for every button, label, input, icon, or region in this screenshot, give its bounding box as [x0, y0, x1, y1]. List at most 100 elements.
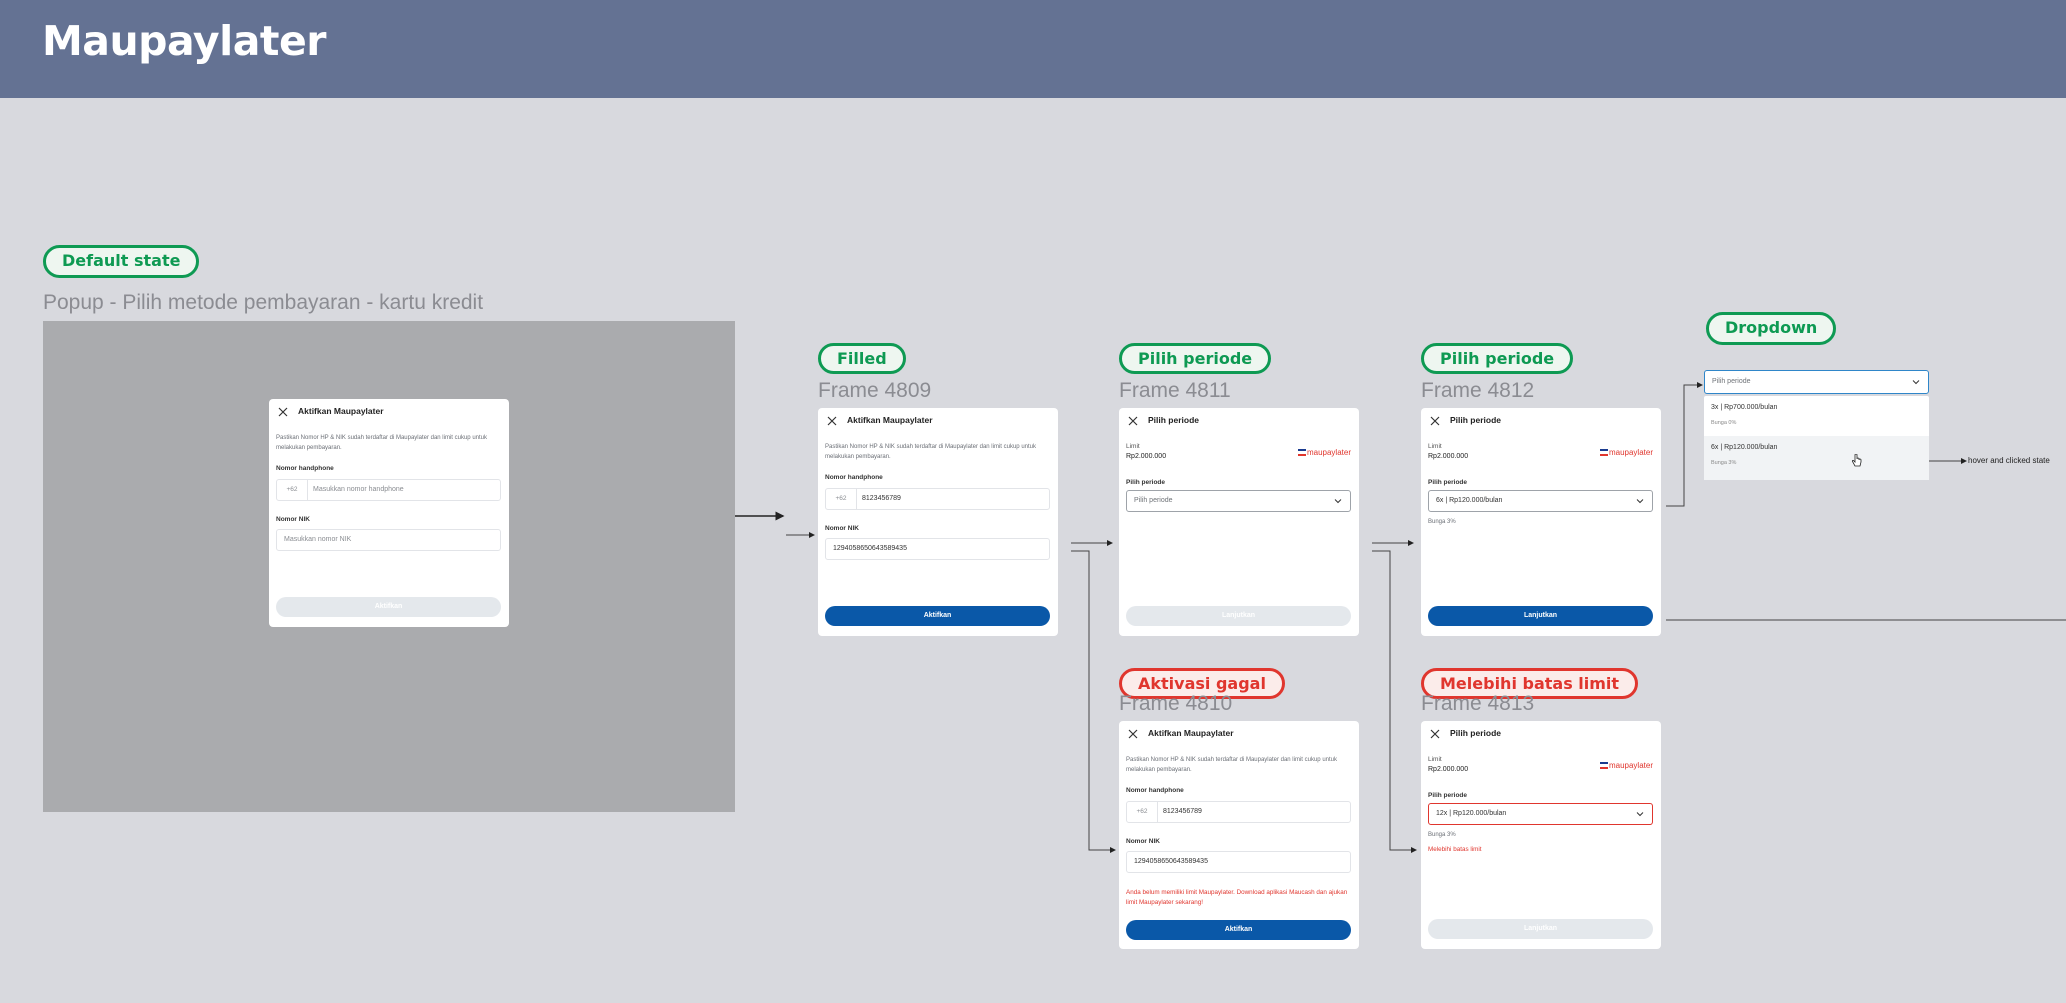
frame-title-4813: Frame 4813	[1421, 692, 1535, 715]
period-select[interactable]: Pilih periode	[1126, 490, 1351, 512]
nik-input[interactable]: 1294058650643589435	[1126, 851, 1351, 873]
activation-error: Anda belum memiliki limit Maupaylater. D…	[1126, 889, 1348, 906]
dropdown-list: 3x | Rp700.000/bulan Bunga 0% 6x | Rp120…	[1704, 396, 1929, 480]
nik-label: Nomor NIK	[1126, 838, 1160, 845]
frame-title-4811: Frame 4811	[1119, 379, 1231, 402]
close-icon[interactable]	[278, 407, 288, 417]
label-default-state: Default state	[43, 245, 200, 278]
phone-input[interactable]: +62 8123456789	[825, 488, 1050, 510]
dropdown-placeholder: Pilih periode	[1712, 378, 1751, 385]
phone-prefix: +62	[826, 489, 857, 509]
limit-value: Rp2.000.000	[1126, 453, 1167, 460]
phone-input[interactable]: +62 8123456789	[1126, 801, 1351, 823]
hand-cursor-icon	[1851, 454, 1862, 467]
close-icon[interactable]	[1128, 729, 1138, 739]
close-icon[interactable]	[1128, 416, 1138, 426]
continue-button[interactable]: Lanjutkan	[1428, 606, 1653, 626]
limit-label: Limit	[1428, 756, 1442, 763]
chevron-down-icon	[1636, 499, 1644, 504]
close-icon[interactable]	[1430, 729, 1440, 739]
label-pilih-periode-4812: Pilih periode	[1421, 343, 1574, 374]
dropdown-option[interactable]: 3x | Rp700.000/bulan Bunga 0%	[1704, 396, 1929, 436]
maupaylater-logo-icon	[1599, 449, 1608, 457]
card-title: Aktifkan Maupaylater	[298, 406, 384, 416]
phone-label: Nomor handphone	[825, 474, 883, 481]
phone-value: 8123456789	[862, 495, 901, 502]
option-label: 3x | Rp700.000/bulan	[1711, 404, 1778, 411]
period-select[interactable]: 12x | Rp120.000/bulan	[1428, 803, 1653, 825]
period-card-selected: Pilih periode Limit Rp2.000.000 maupayla…	[1421, 408, 1661, 636]
maupaylater-logo-icon	[1297, 449, 1306, 457]
label-pilih-periode-4811: Pilih periode	[1119, 343, 1272, 374]
maupaylater-logo: maupaylater	[1599, 448, 1653, 457]
continue-button[interactable]: Lanjutkan	[1428, 919, 1653, 939]
card-description: Pastikan Nomor HP & NIK sudah terdaftar …	[276, 435, 487, 451]
close-icon[interactable]	[1430, 416, 1440, 426]
label-filled: Filled	[818, 343, 906, 374]
chevron-down-icon	[1636, 812, 1644, 817]
frame-title-4809: Frame 4809	[818, 379, 932, 402]
frame-title-popup: Popup - Pilih metode pembayaran - kartu …	[43, 291, 484, 314]
interest-note: Bunga 3%	[1428, 832, 1456, 838]
phone-label: Nomor handphone	[1126, 787, 1184, 794]
phone-input[interactable]: +62 Masukkan nomor handphone	[276, 479, 501, 501]
card-description: Pastikan Nomor HP & NIK sudah terdaftar …	[1126, 757, 1337, 773]
card-description: Pastikan Nomor HP & NIK sudah terdaftar …	[825, 444, 1036, 460]
nik-input[interactable]: 1294058650643589435	[825, 538, 1050, 560]
phone-label: Nomor handphone	[276, 465, 334, 472]
phone-prefix: +62	[277, 480, 308, 500]
period-selected-value: 6x | Rp120.000/bulan	[1436, 497, 1503, 504]
card-title: Pilih periode	[1450, 415, 1502, 425]
nik-input[interactable]: Masukkan nomor NIK	[276, 529, 501, 551]
limit-label: Limit	[1126, 443, 1140, 450]
period-label: Pilih periode	[1126, 479, 1166, 486]
activate-button[interactable]: Aktifkan	[276, 597, 501, 617]
period-selected-value: 12x | Rp120.000/bulan	[1436, 810, 1507, 817]
dropdown-select[interactable]: Pilih periode	[1704, 370, 1929, 394]
nik-label: Nomor NIK	[276, 516, 310, 523]
limit-value: Rp2.000.000	[1428, 453, 1469, 460]
activate-button[interactable]: Aktifkan	[1126, 920, 1351, 940]
chevron-down-icon	[1334, 499, 1342, 504]
option-sub: Bunga 3%	[1711, 460, 1737, 466]
continue-button[interactable]: Lanjutkan	[1126, 606, 1351, 626]
hover-annotation: hover and clicked state	[1968, 456, 2050, 465]
limit-value: Rp2.000.000	[1428, 766, 1469, 773]
period-label: Pilih periode	[1428, 479, 1468, 486]
activation-card-default: Aktifkan Maupaylater Pastikan Nomor HP &…	[269, 399, 509, 627]
chevron-down-icon	[1912, 380, 1920, 385]
period-card-over-limit: Pilih periode Limit Rp2.000.000 maupayla…	[1421, 721, 1661, 949]
frame-title-4812: Frame 4812	[1421, 379, 1535, 402]
period-select[interactable]: 6x | Rp120.000/bulan	[1428, 490, 1653, 512]
phone-value: 8123456789	[1163, 808, 1202, 815]
maupaylater-logo: maupaylater	[1297, 448, 1351, 457]
activation-card-failed: Aktifkan Maupaylater Pastikan Nomor HP &…	[1119, 721, 1359, 949]
nik-label: Nomor NIK	[825, 525, 859, 532]
label-dropdown: Dropdown	[1706, 312, 1837, 345]
interest-note: Bunga 3%	[1428, 519, 1456, 525]
maupaylater-logo: maupaylater	[1599, 761, 1653, 770]
nik-placeholder: Masukkan nomor NIK	[284, 536, 352, 543]
frame-title-4810: Frame 4810	[1119, 692, 1233, 715]
card-title: Aktifkan Maupaylater	[1148, 728, 1234, 738]
activation-card-filled: Aktifkan Maupaylater Pastikan Nomor HP &…	[818, 408, 1058, 636]
limit-label: Limit	[1428, 443, 1442, 450]
nik-value: 1294058650643589435	[833, 545, 907, 552]
close-icon[interactable]	[827, 416, 837, 426]
activate-button[interactable]: Aktifkan	[825, 606, 1050, 626]
phone-prefix: +62	[1127, 802, 1158, 822]
card-title: Pilih periode	[1450, 728, 1502, 738]
connector-4809-to-4810	[1071, 550, 1116, 853]
nik-value: 1294058650643589435	[1134, 858, 1208, 865]
period-placeholder: Pilih periode	[1134, 497, 1173, 504]
dropdown-option-hovered[interactable]: 6x | Rp120.000/bulan Bunga 3%	[1704, 436, 1929, 480]
connector-4812-to-dropdown	[1666, 382, 1703, 507]
connector-4811-to-4813	[1372, 550, 1417, 853]
option-sub: Bunga 0%	[1711, 420, 1737, 426]
period-card-empty: Pilih periode Limit Rp2.000.000 maupayla…	[1119, 408, 1359, 636]
period-label: Pilih periode	[1428, 792, 1468, 799]
card-title: Aktifkan Maupaylater	[847, 415, 933, 425]
option-label: 6x | Rp120.000/bulan	[1711, 444, 1778, 451]
period-dropdown: Pilih periode 3x | Rp700.000/bulan Bunga…	[1704, 370, 1929, 480]
maupaylater-logo-icon	[1599, 762, 1608, 770]
